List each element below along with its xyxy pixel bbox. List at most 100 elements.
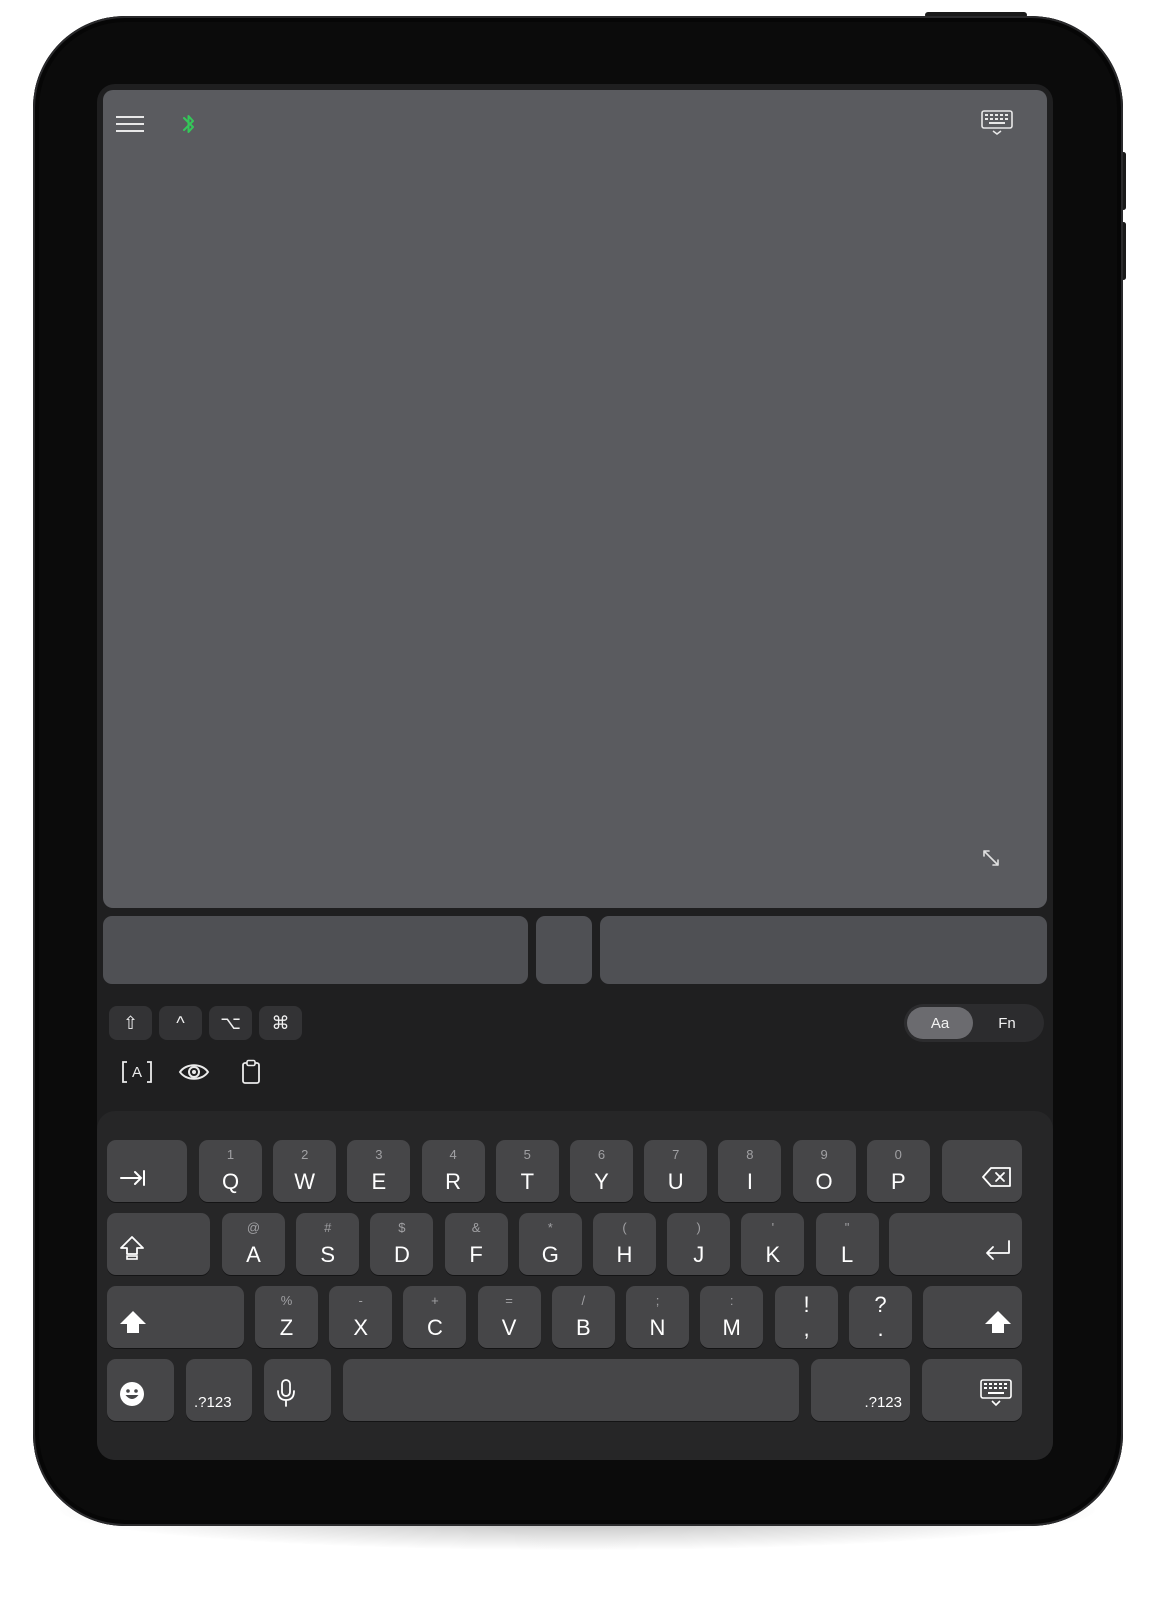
key-hint: & (471, 1220, 481, 1235)
numbers-key-right[interactable]: .?123 (811, 1359, 910, 1421)
key-k[interactable]: ' K (741, 1213, 805, 1275)
tab-icon (119, 1168, 147, 1193)
left-shift-key[interactable] (107, 1286, 244, 1348)
comma-label: , (803, 1316, 810, 1341)
emoji-icon (119, 1381, 145, 1412)
numbers-left-label: .?123 (194, 1394, 232, 1411)
key-b[interactable]: / B (551, 1286, 615, 1348)
key-hint: 3 (375, 1147, 383, 1162)
key-hint: $ (398, 1220, 406, 1235)
text-input-icon[interactable]: A (117, 1052, 157, 1092)
key-w[interactable]: 2W (273, 1140, 337, 1202)
key-hint: # (324, 1220, 332, 1235)
dictation-key[interactable] (264, 1359, 331, 1421)
key-label: T (520, 1169, 535, 1194)
hide-keyboard-key[interactable] (922, 1359, 1022, 1421)
key-y[interactable]: 6Y (570, 1140, 633, 1202)
key-hint: / (581, 1293, 586, 1308)
return-key[interactable] (889, 1213, 1022, 1275)
key-a[interactable]: @ A (222, 1213, 285, 1275)
period-label: . (877, 1316, 884, 1341)
key-x[interactable]: -X (329, 1286, 393, 1348)
key-hint: + (431, 1293, 439, 1308)
key-p[interactable]: 0P (866, 1140, 930, 1202)
key-f[interactable]: & F (444, 1213, 508, 1275)
clipboard-icon[interactable] (231, 1052, 271, 1092)
key-label: A (246, 1242, 261, 1267)
key-label: S (320, 1242, 336, 1267)
caps-lock-key[interactable] (107, 1213, 210, 1275)
key-j[interactable]: ) J (667, 1213, 731, 1275)
key-g[interactable]: * G (518, 1213, 582, 1275)
key-z[interactable]: % Z (255, 1286, 318, 1348)
numbers-right-label: .?123 (864, 1394, 902, 1411)
keyboard-panel: ! , ? . .?123 .?123 1 Q 2 W 3 E 4 R 5 T … (97, 1111, 1053, 1460)
key-q[interactable]: 1Q (199, 1140, 262, 1202)
keyboard-icon[interactable] (979, 108, 1015, 138)
key-label: W (294, 1169, 316, 1194)
key-hint: 9 (820, 1147, 828, 1162)
key-d[interactable]: $ D (370, 1213, 434, 1275)
key-v[interactable]: = V (477, 1286, 541, 1348)
key-hint: 1 (226, 1147, 235, 1162)
key-hint: 8 (746, 1147, 754, 1162)
tab-key[interactable] (107, 1140, 187, 1202)
delete-key[interactable] (942, 1140, 1022, 1202)
emoji-key[interactable] (107, 1359, 174, 1421)
key-t[interactable]: 5T (495, 1140, 559, 1202)
delete-backspace-icon (982, 1166, 1012, 1193)
key-label: P (890, 1169, 906, 1194)
key-label: G (541, 1242, 559, 1267)
key-hint: 0 (894, 1147, 902, 1162)
right-shift-key[interactable] (923, 1286, 1022, 1348)
comma-key[interactable]: ! , (775, 1286, 838, 1348)
key-o[interactable]: 9O (792, 1140, 856, 1202)
key-hint: ; (655, 1293, 660, 1308)
exclamation-label: ! (803, 1292, 810, 1317)
key-hint: ' (771, 1220, 775, 1235)
command-modifier-key[interactable]: ⌘ (259, 1006, 302, 1040)
key-hint: 2 (301, 1147, 309, 1162)
key-s[interactable]: # S (296, 1213, 360, 1275)
right-click-button[interactable] (600, 916, 1047, 984)
shift-modifier-key[interactable]: ⇧ (109, 1006, 152, 1040)
key-c[interactable]: + C (403, 1286, 467, 1348)
hamburger-menu-icon[interactable] (115, 110, 145, 138)
control-modifier-key[interactable]: ^ (159, 1006, 202, 1040)
keyboard-dismiss-icon (980, 1379, 1012, 1412)
key-hint: 6 (597, 1147, 606, 1162)
key-label: X (353, 1315, 369, 1340)
option-modifier-key[interactable]: ⌥ (209, 1006, 252, 1040)
key-label: M (722, 1315, 741, 1340)
key-label: C (426, 1315, 443, 1340)
key-label: U (667, 1169, 684, 1194)
key-label: Y (594, 1169, 609, 1194)
key-hint: " (844, 1220, 850, 1235)
bluetooth-icon[interactable] (177, 110, 201, 138)
function-mode-option[interactable]: Fn (974, 1007, 1040, 1039)
key-r[interactable]: 4R (421, 1140, 485, 1202)
key-i[interactable]: 8I (718, 1140, 782, 1202)
eye-icon[interactable] (174, 1052, 214, 1092)
expand-arrows-icon[interactable] (979, 846, 1003, 870)
microphone-icon (276, 1379, 296, 1412)
key-label: I (746, 1169, 753, 1194)
question-label: ? (874, 1292, 887, 1317)
key-label: D (393, 1242, 410, 1267)
letters-mode-option[interactable]: Aa (907, 1007, 973, 1039)
key-u[interactable]: 7U (644, 1140, 708, 1202)
key-label: H (616, 1242, 633, 1267)
key-e[interactable]: 3E (347, 1140, 411, 1202)
key-m[interactable]: :M (700, 1286, 764, 1348)
middle-click-button[interactable] (536, 916, 592, 984)
left-click-button[interactable] (103, 916, 528, 984)
space-key[interactable] (343, 1359, 799, 1421)
key-l[interactable]: " L (815, 1213, 879, 1275)
trackpad-surface[interactable] (103, 90, 1047, 908)
key-n[interactable]: ; N (626, 1286, 689, 1348)
numbers-key-left[interactable]: .?123 (186, 1359, 252, 1421)
key-label: R (445, 1169, 462, 1194)
key-h[interactable]: (H (593, 1213, 656, 1275)
key-hint: ) (696, 1220, 701, 1235)
period-key[interactable]: ? . (849, 1286, 912, 1348)
